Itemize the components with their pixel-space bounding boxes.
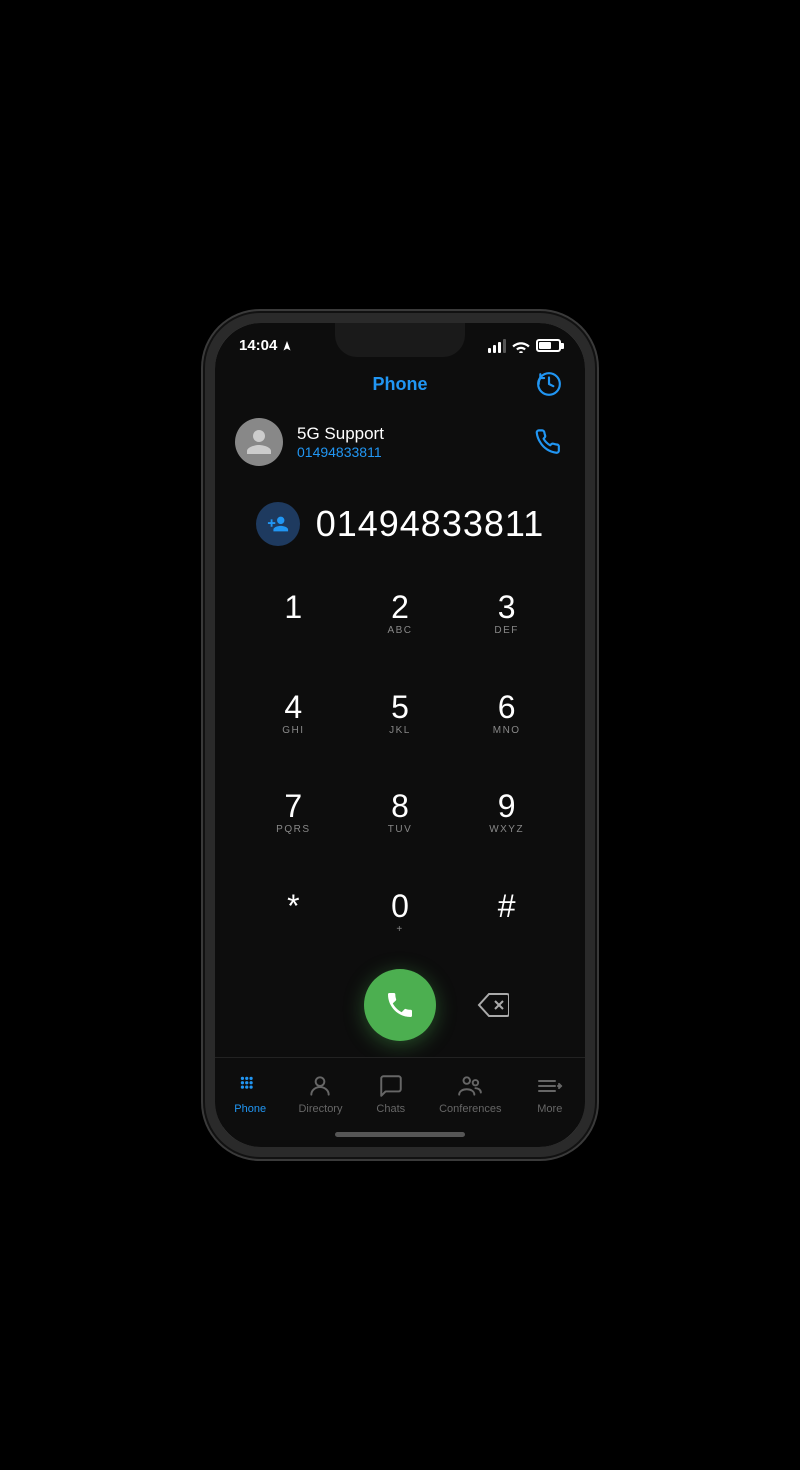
- conferences-nav-icon: [456, 1072, 484, 1100]
- bottom-nav: Phone Directory Chats: [215, 1057, 585, 1127]
- contact-info: 5G Support 01494833811: [235, 418, 384, 466]
- key-letters: JKL: [389, 725, 411, 739]
- more-nav-icon: [536, 1072, 564, 1100]
- contact-row: 5G Support 01494833811: [215, 410, 585, 482]
- status-icons: [488, 339, 561, 353]
- phone-frame: 14:04: [205, 313, 595, 1157]
- nav-item-conferences[interactable]: Conferences: [431, 1068, 509, 1119]
- dialpad-area: 01494833811 1 2 ABC 3 DEF 4 GHI 5 JKL 6 …: [215, 482, 585, 1057]
- call-button[interactable]: [364, 969, 436, 1041]
- dial-key-8[interactable]: 8 TUV: [352, 770, 449, 860]
- dial-key-*[interactable]: *: [245, 869, 342, 959]
- dialpad-grid: 1 2 ABC 3 DEF 4 GHI 5 JKL 6 MNO 7 PQRS 8…: [225, 570, 575, 959]
- chats-nav-icon: [377, 1072, 405, 1100]
- home-bar: [335, 1132, 465, 1137]
- key-digit: 5: [391, 691, 409, 723]
- key-digit: 8: [391, 790, 409, 822]
- dialed-number: 01494833811: [316, 503, 545, 545]
- dial-key-4[interactable]: 4 GHI: [245, 670, 342, 760]
- nav-label-phone: Phone: [234, 1103, 266, 1115]
- key-digit: 2: [391, 591, 409, 623]
- key-letters: +: [396, 924, 403, 938]
- key-letters: MNO: [493, 725, 521, 739]
- contact-name: 5G Support: [297, 424, 384, 444]
- delete-button[interactable]: [471, 983, 515, 1027]
- key-letters: WXYZ: [489, 824, 524, 838]
- key-digit: 7: [284, 790, 302, 822]
- key-digit: 1: [284, 591, 302, 623]
- key-letters: ABC: [387, 625, 412, 639]
- dial-key-3[interactable]: 3 DEF: [458, 570, 555, 660]
- dial-key-6[interactable]: 6 MNO: [458, 670, 555, 760]
- header: Phone: [215, 360, 585, 410]
- history-button[interactable]: [533, 368, 565, 400]
- nav-item-chats[interactable]: Chats: [361, 1068, 421, 1119]
- key-letters: GHI: [282, 725, 304, 739]
- signal-bars: [488, 339, 506, 353]
- nav-label-conferences: Conferences: [439, 1103, 501, 1115]
- nav-label-chats: Chats: [376, 1103, 405, 1115]
- nav-item-directory[interactable]: Directory: [290, 1068, 350, 1119]
- status-time: 14:04: [239, 337, 293, 354]
- signal-bar-2: [493, 345, 496, 353]
- key-digit: #: [498, 890, 516, 922]
- signal-bar-1: [488, 348, 491, 353]
- nav-item-more[interactable]: More: [520, 1068, 580, 1119]
- signal-bar-3: [498, 342, 501, 353]
- home-indicator: [215, 1127, 585, 1147]
- contact-phone: 01494833811: [297, 444, 384, 460]
- location-icon: [281, 340, 293, 352]
- nav-item-phone[interactable]: Phone: [220, 1068, 280, 1119]
- contact-text: 5G Support 01494833811: [297, 424, 384, 460]
- phone-nav-icon: [236, 1072, 264, 1100]
- dial-key-#[interactable]: #: [458, 869, 555, 959]
- key-letters: DEF: [494, 625, 519, 639]
- contact-call-button[interactable]: [531, 425, 565, 459]
- key-digit: 0: [391, 890, 409, 922]
- nav-label-more: More: [537, 1103, 562, 1115]
- dial-key-0[interactable]: 0 +: [352, 869, 449, 959]
- dial-key-9[interactable]: 9 WXYZ: [458, 770, 555, 860]
- dialpad-actions: [225, 959, 575, 1057]
- signal-bar-4: [503, 339, 506, 353]
- battery-icon: [536, 339, 561, 352]
- key-letters: PQRS: [276, 824, 310, 838]
- number-display: 01494833811: [225, 482, 575, 570]
- dial-key-7[interactable]: 7 PQRS: [245, 770, 342, 860]
- notch: [335, 323, 465, 357]
- key-letters: TUV: [388, 824, 413, 838]
- wifi-icon: [512, 339, 530, 353]
- key-digit: 3: [498, 591, 516, 623]
- key-digit: *: [287, 890, 299, 922]
- directory-nav-icon: [306, 1072, 334, 1100]
- dial-key-5[interactable]: 5 JKL: [352, 670, 449, 760]
- page-title: Phone: [267, 374, 533, 395]
- nav-label-directory: Directory: [298, 1103, 342, 1115]
- contact-avatar: [235, 418, 283, 466]
- screen: 14:04: [215, 323, 585, 1147]
- add-contact-button[interactable]: [256, 502, 300, 546]
- dial-key-2[interactable]: 2 ABC: [352, 570, 449, 660]
- battery-fill: [539, 342, 551, 349]
- time-display: 14:04: [239, 337, 277, 354]
- key-digit: 9: [498, 790, 516, 822]
- key-digit: 6: [498, 691, 516, 723]
- dial-key-1[interactable]: 1: [245, 570, 342, 660]
- key-digit: 4: [284, 691, 302, 723]
